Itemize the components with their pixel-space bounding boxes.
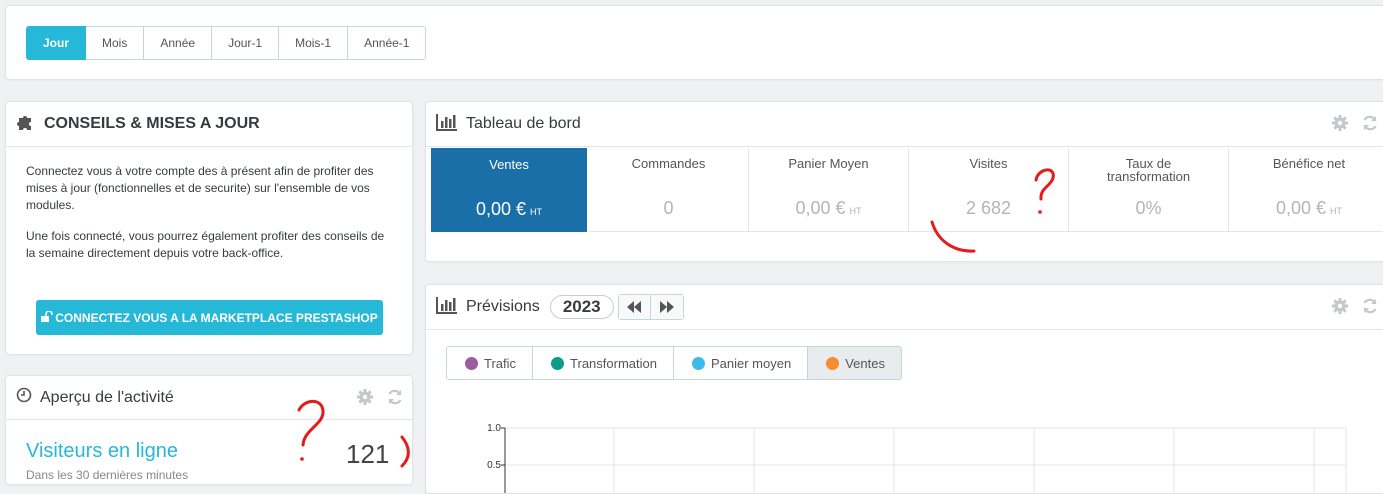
kpi-label: Bénéfice net — [1272, 156, 1346, 171]
puzzle-icon — [16, 112, 36, 137]
activity-title: Aperçu de l'activité — [40, 388, 174, 406]
tab-ventes[interactable]: Ventes — [808, 346, 902, 380]
kpi-taux-transformation[interactable]: Taux de transformation 0% — [1069, 148, 1229, 232]
activity-panel: Aperçu de l'activité Visiteurs en ligne … — [5, 375, 413, 485]
kpi-label: Commandes — [631, 156, 706, 171]
period-button-annee-1[interactable]: Année-1 — [348, 26, 427, 60]
dashboard-header: Tableau de bord — [426, 102, 1383, 147]
tab-panier-moyen[interactable]: Panier moyen — [673, 346, 809, 380]
gear-icon[interactable] — [356, 388, 374, 406]
tab-label: Transformation — [570, 355, 657, 371]
kpi-value: 0,00 € — [795, 198, 846, 218]
kpi-suffix: HT — [849, 206, 862, 216]
refresh-icon[interactable] — [1361, 297, 1379, 315]
forecast-metric-tabs: Trafic Transformation Panier moyen Vente… — [446, 346, 902, 380]
connect-marketplace-label: CONNECTEZ VOUS A LA MARKETPLACE PRESTASH… — [55, 310, 378, 325]
kpi-label: Visites — [969, 156, 1008, 171]
tab-label: Panier moyen — [710, 355, 792, 371]
backward-icon[interactable] — [618, 295, 651, 319]
kpi-suffix: HT — [530, 207, 543, 217]
kpi-value: 2 682 — [965, 198, 1012, 218]
period-panel: Jour Mois Année Jour-1 Mois-1 Année-1 — [5, 5, 1383, 80]
period-selector: Jour Mois Année Jour-1 Mois-1 Année-1 — [26, 26, 427, 60]
activity-header: Aperçu de l'activité — [6, 376, 412, 420]
refresh-icon[interactable] — [1361, 114, 1379, 132]
kpi-commandes[interactable]: Commandes 0 — [589, 148, 749, 232]
kpi-benefice-net[interactable]: Bénéfice net 0,00 € HT — [1229, 148, 1383, 232]
kpi-value: 0,00 € — [1275, 198, 1327, 218]
gear-icon[interactable] — [1331, 297, 1349, 315]
bar-chart-icon — [436, 113, 458, 136]
visitors-online-label[interactable]: Visiteurs en ligne — [26, 440, 178, 463]
y-tick-label: 0.5 — [487, 460, 501, 471]
kpi-label: Panier Moyen — [788, 156, 869, 171]
gear-icon[interactable] — [1331, 114, 1349, 132]
kpi-value: 0 — [663, 198, 674, 218]
refresh-icon[interactable] — [386, 388, 404, 406]
kpi-value: 0,00 € — [475, 199, 527, 219]
period-button-mois[interactable]: Mois — [86, 26, 145, 60]
year-badge: 2023 — [549, 295, 614, 319]
year-nav — [617, 294, 684, 320]
forecast-chart: 1.0 0.5 — [487, 423, 1347, 493]
kpi-label: Taux de transformation — [1106, 156, 1191, 184]
dashboard-title: Tableau de bord — [466, 115, 581, 132]
kpi-ventes[interactable]: Ventes 0,00 € HT — [431, 148, 587, 232]
tab-label: Trafic — [484, 355, 517, 371]
trafic-dot-icon — [465, 356, 478, 370]
previsions-panel: Prévisions 2023 Trafic Transformation Pa… — [425, 284, 1383, 494]
tab-label: Ventes — [845, 355, 885, 371]
tab-transformation[interactable]: Transformation — [533, 346, 674, 380]
dashboard-panel: Tableau de bord Ventes 0,00 € HT Commande… — [425, 101, 1383, 262]
conseils-paragraph-1: Connectez vous à votre compte des à prés… — [26, 164, 374, 212]
tab-trafic[interactable]: Trafic — [446, 346, 534, 380]
visitors-online-count: 121 — [346, 439, 390, 469]
conseils-title: CONSEILS & MISES A JOUR — [44, 115, 260, 132]
period-button-jour[interactable]: Jour — [26, 26, 87, 60]
kpi-panier-moyen[interactable]: Panier Moyen 0,00 € HT — [749, 148, 909, 232]
previsions-header: Prévisions 2023 — [426, 285, 1383, 330]
period-button-mois-1[interactable]: Mois-1 — [279, 26, 349, 60]
y-tick-label: 1.0 — [487, 423, 501, 434]
period-button-annee[interactable]: Année — [144, 26, 213, 60]
kpi-value: 0% — [1135, 198, 1162, 218]
kpi-row: Ventes 0,00 € HT Commandes 0 Panier Moyen… — [431, 148, 1383, 232]
bar-chart-icon — [436, 296, 458, 319]
connect-marketplace-button[interactable]: CONNECTEZ VOUS A LA MARKETPLACE PRESTASH… — [36, 300, 383, 335]
kpi-label: Ventes — [489, 157, 529, 172]
period-button-jour-1[interactable]: Jour-1 — [212, 26, 280, 60]
forward-icon[interactable] — [650, 295, 683, 319]
conseils-header: CONSEILS & MISES A JOUR — [6, 102, 412, 147]
kpi-visites[interactable]: Visites 2 682 — [909, 148, 1069, 232]
kpi-suffix: HT — [1330, 206, 1343, 216]
transformation-dot-icon — [551, 356, 565, 370]
previsions-title: Prévisions — [466, 298, 540, 315]
clock-icon — [16, 387, 32, 408]
panier-moyen-dot-icon — [691, 356, 705, 370]
visitors-online-sub: Dans les 30 dernières minutes — [26, 468, 189, 482]
conseils-paragraph-2: Une fois connecté, vous pourrez égalemen… — [26, 229, 385, 260]
unlock-icon — [41, 309, 54, 325]
conseils-panel: CONSEILS & MISES A JOUR Connectez vous à… — [5, 101, 413, 355]
ventes-dot-icon — [826, 356, 840, 370]
